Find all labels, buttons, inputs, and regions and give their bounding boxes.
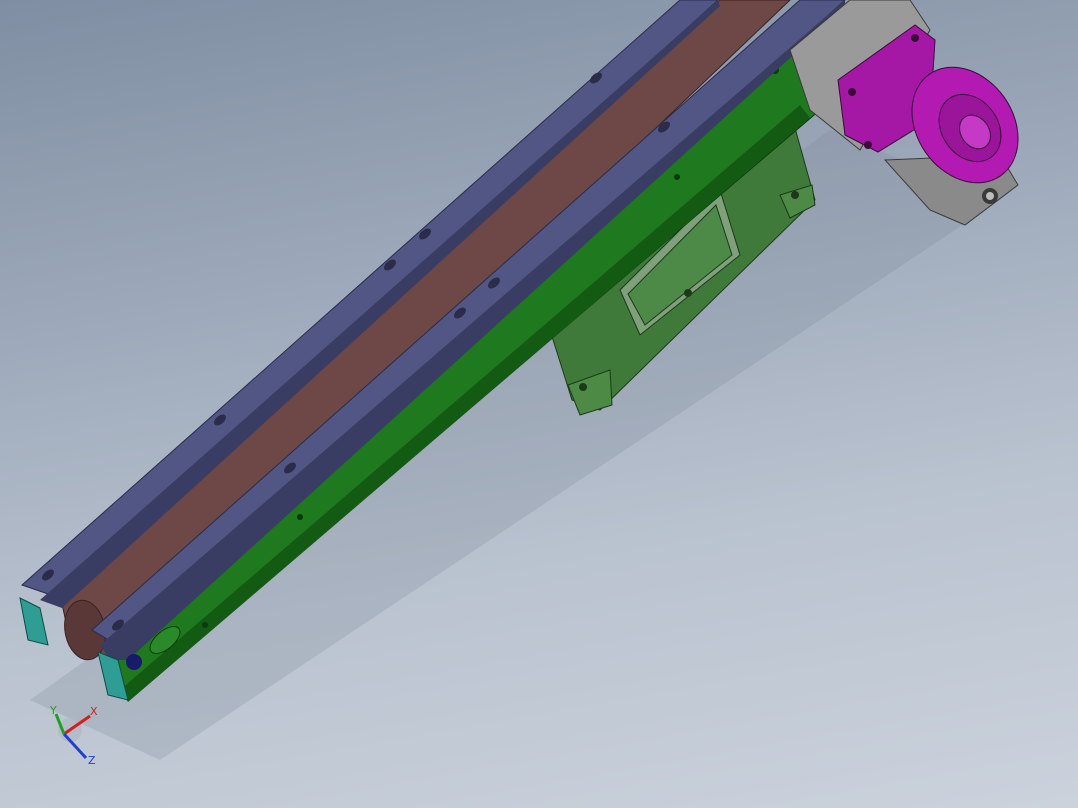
y-axis-label: Y [49, 704, 57, 717]
z-axis-label: Z [88, 754, 96, 767]
end-cap-left[interactable] [19, 597, 49, 646]
view-orientation-triad[interactable]: X Y Z [40, 700, 110, 770]
conveyor-model[interactable] [0, 0, 1078, 808]
graphics-viewport[interactable]: X Y Z [0, 0, 1078, 808]
x-axis-label: X [90, 705, 98, 718]
